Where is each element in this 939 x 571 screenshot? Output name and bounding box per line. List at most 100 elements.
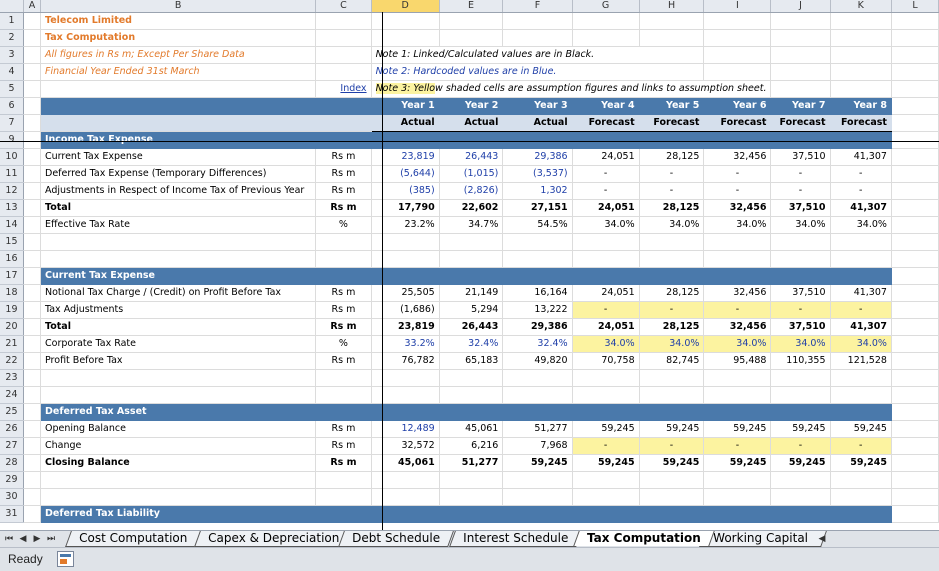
cell[interactable]	[315, 63, 372, 81]
row-header-21[interactable]: 21	[0, 335, 24, 353]
fy-note[interactable]: Financial Year Ended 31st March	[40, 63, 317, 81]
cell[interactable]	[770, 471, 831, 489]
value-cell[interactable]: 26,443	[439, 148, 504, 166]
value-cell[interactable]: 45,061	[439, 420, 504, 438]
row-label[interactable]: Tax Adjustments	[40, 301, 317, 319]
value-cell[interactable]: -	[770, 165, 831, 183]
cell[interactable]	[639, 505, 705, 523]
last-sheet-button[interactable]: ⏭	[45, 532, 57, 546]
unit-label[interactable]: Rs m	[315, 454, 372, 472]
cell[interactable]	[572, 369, 640, 387]
value-cell[interactable]: 34.0%	[572, 216, 640, 234]
row-label[interactable]: Adjustments in Respect of Income Tax of …	[40, 182, 317, 200]
cell[interactable]	[891, 199, 939, 217]
value-cell[interactable]: 34.0%	[639, 216, 705, 234]
value-cell[interactable]: -	[830, 437, 892, 455]
cell[interactable]	[891, 403, 939, 421]
value-cell[interactable]: 70,758	[572, 352, 640, 370]
row-header-18[interactable]: 18	[0, 284, 24, 302]
row-label[interactable]: Notional Tax Charge / (Credit) on Profit…	[40, 284, 317, 302]
cell[interactable]	[639, 131, 705, 149]
cell[interactable]	[572, 233, 640, 251]
cell[interactable]	[23, 471, 42, 489]
row-header-23[interactable]: 23	[0, 369, 24, 387]
value-cell[interactable]: 49,820	[502, 352, 573, 370]
value-cell[interactable]: 7,968	[502, 437, 573, 455]
cell[interactable]	[23, 46, 42, 64]
value-cell[interactable]: 34.0%	[770, 216, 831, 234]
year-type-header[interactable]: Actual	[502, 114, 573, 132]
cell[interactable]	[703, 386, 772, 404]
index-link[interactable]: Index	[315, 80, 372, 98]
tab-capex-depreciation[interactable]: Capex & Depreciation	[194, 531, 354, 547]
value-cell[interactable]: 32.4%	[502, 335, 573, 353]
column-header-a[interactable]: A	[23, 0, 42, 13]
unit-label[interactable]: Rs m	[315, 284, 372, 302]
cell[interactable]	[502, 488, 573, 506]
column-header-d[interactable]: D	[371, 0, 440, 13]
unit-label[interactable]: Rs m	[315, 437, 372, 455]
value-cell[interactable]: 22,602	[439, 199, 504, 217]
cell[interactable]	[23, 233, 42, 251]
cell[interactable]	[639, 267, 705, 285]
cell[interactable]	[891, 148, 939, 166]
cell[interactable]	[891, 352, 939, 370]
sheet-title[interactable]: Tax Computation	[40, 29, 317, 47]
value-cell[interactable]: 34.0%	[830, 216, 892, 234]
cell[interactable]	[703, 46, 772, 64]
cell[interactable]	[439, 29, 504, 47]
cell[interactable]	[315, 471, 372, 489]
row-label[interactable]: Corporate Tax Rate	[40, 335, 317, 353]
column-header-c[interactable]: C	[315, 0, 372, 13]
year-header[interactable]: Year 2	[439, 97, 504, 115]
cell[interactable]	[23, 420, 42, 438]
row-header-30[interactable]: 30	[0, 488, 24, 506]
value-cell[interactable]: 24,051	[572, 284, 640, 302]
cell[interactable]	[703, 29, 772, 47]
value-cell[interactable]: -	[639, 182, 705, 200]
cell[interactable]	[23, 386, 42, 404]
record-macro-icon[interactable]	[57, 551, 74, 567]
cell[interactable]	[891, 386, 939, 404]
row-header-19[interactable]: 19	[0, 301, 24, 319]
cell[interactable]	[572, 386, 640, 404]
cell[interactable]	[891, 488, 939, 506]
column-header-g[interactable]: G	[572, 0, 640, 13]
cell[interactable]	[23, 369, 42, 387]
cell[interactable]	[891, 114, 939, 132]
cell[interactable]	[703, 12, 772, 30]
cell[interactable]	[23, 301, 42, 319]
value-cell[interactable]: -	[639, 301, 705, 319]
value-cell[interactable]: 32,456	[703, 148, 772, 166]
year-type-header[interactable]: Forecast	[703, 114, 772, 132]
value-cell[interactable]: 21,149	[439, 284, 504, 302]
cell[interactable]	[891, 46, 939, 64]
row-label[interactable]: Effective Tax Rate	[40, 216, 317, 234]
cell[interactable]	[315, 46, 372, 64]
column-header-i[interactable]: I	[703, 0, 772, 13]
cell[interactable]	[830, 267, 892, 285]
cell[interactable]	[315, 97, 372, 115]
value-cell[interactable]: 37,510	[770, 318, 831, 336]
value-cell[interactable]: 59,245	[830, 454, 892, 472]
value-cell[interactable]: -	[572, 182, 640, 200]
cell[interactable]	[40, 250, 317, 268]
cell[interactable]	[502, 471, 573, 489]
cell[interactable]	[830, 403, 892, 421]
tab-debt-schedule[interactable]: Debt Schedule	[338, 531, 454, 547]
cell[interactable]	[830, 46, 892, 64]
cell[interactable]	[891, 318, 939, 336]
value-cell[interactable]: 95,488	[703, 352, 772, 370]
cell[interactable]	[891, 335, 939, 353]
note-1[interactable]: Note 1: Linked/Calculated values are in …	[371, 46, 705, 64]
cell[interactable]	[502, 12, 573, 30]
cell[interactable]	[572, 267, 640, 285]
year-header[interactable]: Year 3	[502, 97, 573, 115]
unit-label[interactable]: Rs m	[315, 165, 372, 183]
cell[interactable]	[502, 250, 573, 268]
cell[interactable]	[703, 63, 772, 81]
cell[interactable]	[770, 403, 831, 421]
cell[interactable]	[23, 250, 42, 268]
cell[interactable]	[502, 131, 573, 149]
value-cell[interactable]: 41,307	[830, 284, 892, 302]
